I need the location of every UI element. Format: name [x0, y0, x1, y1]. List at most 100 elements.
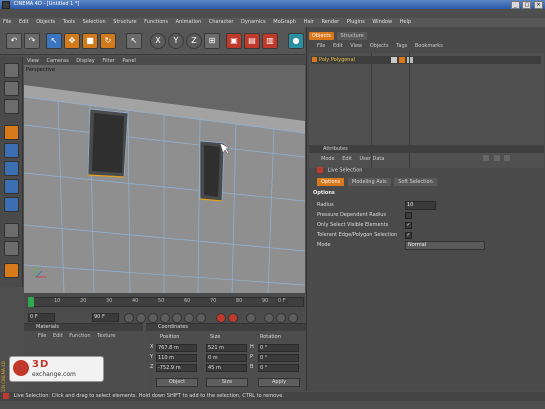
- menu-file[interactable]: File: [3, 19, 11, 25]
- position-x-field[interactable]: 767.8 m: [156, 344, 197, 352]
- render-settings-icon[interactable]: ▥: [262, 33, 278, 49]
- size-y-field[interactable]: 0 m: [206, 354, 247, 362]
- size-x-field[interactable]: 521 m: [206, 344, 247, 352]
- menu-animation[interactable]: Animation: [176, 19, 202, 25]
- tab-objects[interactable]: Objects: [309, 32, 334, 40]
- record-icon[interactable]: [216, 313, 226, 323]
- rotation-p-field[interactable]: 0 °: [258, 354, 299, 362]
- objects-menu-file[interactable]: File: [317, 43, 325, 49]
- next-frame-icon[interactable]: [172, 313, 182, 323]
- position-y-field[interactable]: 110 m: [156, 354, 197, 362]
- live-selection-icon[interactable]: ↖: [46, 33, 62, 49]
- workplane-icon[interactable]: [4, 143, 19, 158]
- visibility-dot-icon[interactable]: [391, 57, 397, 63]
- play-icon[interactable]: [160, 313, 170, 323]
- menu-tools[interactable]: Tools: [63, 19, 75, 25]
- axis-mode-icon[interactable]: [4, 241, 19, 256]
- viewport-menu-panel[interactable]: Panel: [122, 58, 136, 64]
- menu-dynamics[interactable]: Dynamics: [241, 19, 266, 25]
- viewport-menu-filter[interactable]: Filter: [102, 58, 114, 64]
- next-key-icon[interactable]: [184, 313, 194, 323]
- keyframe-selection-icon[interactable]: [246, 313, 256, 323]
- y-axis-lock-icon[interactable]: Y: [168, 33, 184, 49]
- current-frame-field[interactable]: 0 F: [28, 313, 55, 322]
- current-frame-marker[interactable]: [28, 297, 34, 307]
- apply-button[interactable]: Apply: [258, 378, 300, 387]
- back-arrow-icon[interactable]: [483, 155, 489, 161]
- go-to-end-icon[interactable]: [196, 313, 206, 323]
- material-menu-texture[interactable]: Texture: [97, 333, 115, 339]
- render-view-icon[interactable]: ▣: [226, 33, 242, 49]
- menu-plugins[interactable]: Plugins: [347, 19, 365, 25]
- mode-dropdown[interactable]: Normal: [405, 241, 485, 250]
- material-menu-edit[interactable]: Edit: [53, 333, 63, 339]
- add-object-icon[interactable]: ●: [288, 33, 304, 49]
- pressure-radius-checkbox[interactable]: [405, 212, 412, 219]
- close-button[interactable]: ×: [534, 1, 543, 9]
- menu-hair[interactable]: Hair: [304, 19, 314, 25]
- size-z-field[interactable]: 45 m: [206, 364, 247, 372]
- coordinate-mode-select[interactable]: Object: [156, 378, 198, 387]
- menu-selection[interactable]: Selection: [83, 19, 106, 25]
- attributes-menu-edit[interactable]: Edit: [342, 156, 352, 162]
- scale-key-icon[interactable]: [276, 313, 286, 323]
- lock-icon[interactable]: [504, 155, 511, 161]
- objects-menu-view[interactable]: View: [350, 43, 362, 49]
- menu-window[interactable]: Window: [372, 19, 392, 25]
- viewport-menu-view[interactable]: View: [27, 58, 39, 64]
- make-editable-icon[interactable]: [4, 63, 19, 78]
- snap-icon[interactable]: [4, 223, 19, 238]
- minimize-button[interactable]: _: [510, 1, 520, 9]
- viewport[interactable]: View Cameras Display Filter Panel Perspe…: [24, 57, 305, 293]
- attributes-menu-mode[interactable]: Mode: [321, 156, 335, 162]
- end-frame-field[interactable]: 90 F: [92, 313, 119, 322]
- texture-mode-icon[interactable]: [4, 125, 19, 140]
- tolerant-checkbox[interactable]: ✓: [405, 232, 412, 239]
- object-name[interactable]: Poly Polygonal: [319, 56, 355, 64]
- objects-menu-bookmarks[interactable]: Bookmarks: [415, 43, 443, 49]
- timeline[interactable]: 10 20 30 40 50 60 70 80 90 0 F: [24, 293, 305, 311]
- object-row[interactable]: Poly Polygonal: [311, 56, 541, 64]
- recent-tool-icon[interactable]: ↖: [126, 33, 142, 49]
- rotate-icon[interactable]: ↻: [100, 33, 116, 49]
- object-mode-icon[interactable]: [4, 99, 19, 114]
- menu-character[interactable]: Character: [209, 19, 234, 25]
- tab-structure[interactable]: Structure: [337, 32, 367, 40]
- enable-axis-icon[interactable]: [4, 263, 19, 278]
- rotation-key-icon[interactable]: [288, 313, 298, 323]
- menu-objects[interactable]: Objects: [36, 19, 55, 25]
- tab-options[interactable]: Options: [317, 178, 345, 186]
- size-mode-select[interactable]: Size: [206, 378, 248, 387]
- go-to-start-icon[interactable]: [124, 313, 134, 323]
- objects-menu-tags[interactable]: Tags: [396, 43, 407, 49]
- tab-modeling-axis[interactable]: Modeling Axis: [347, 178, 391, 186]
- menu-edit[interactable]: Edit: [19, 19, 29, 25]
- undo-icon[interactable]: ↶: [6, 33, 22, 49]
- timeline-end-field[interactable]: 0 F: [276, 298, 288, 304]
- z-axis-lock-icon[interactable]: Z: [186, 33, 202, 49]
- rotation-h-field[interactable]: 0 °: [258, 344, 299, 352]
- points-mode-icon[interactable]: [4, 161, 19, 176]
- scale-icon[interactable]: ■: [82, 33, 98, 49]
- autokey-icon[interactable]: [228, 313, 238, 323]
- menu-help[interactable]: Help: [400, 19, 411, 25]
- previous-frame-icon[interactable]: [148, 313, 158, 323]
- position-z-field[interactable]: -752.9 m: [156, 364, 197, 372]
- tab-soft-selection[interactable]: Soft Selection: [394, 178, 437, 186]
- menu-mograph[interactable]: MoGraph: [273, 19, 296, 25]
- menu-render[interactable]: Render: [321, 19, 339, 25]
- viewport-menu-cameras[interactable]: Cameras: [46, 58, 68, 64]
- move-icon[interactable]: ✥: [64, 33, 80, 49]
- render-picture-viewer-icon[interactable]: ▤: [244, 33, 260, 49]
- maximize-button[interactable]: □: [522, 1, 532, 9]
- viewport-menu-display[interactable]: Display: [76, 58, 94, 64]
- coordinate-system-icon[interactable]: ⊞: [204, 33, 220, 49]
- menu-structure[interactable]: Structure: [113, 19, 136, 25]
- menu-functions[interactable]: Functions: [144, 19, 168, 25]
- rotation-b-field[interactable]: 0 °: [258, 364, 299, 372]
- redo-icon[interactable]: ↷: [24, 33, 40, 49]
- material-menu-function[interactable]: Function: [69, 333, 90, 339]
- objects-menu-edit[interactable]: Edit: [333, 43, 343, 49]
- enabled-check-icon[interactable]: [407, 57, 413, 63]
- attributes-menu-userdata[interactable]: User Data: [360, 156, 385, 162]
